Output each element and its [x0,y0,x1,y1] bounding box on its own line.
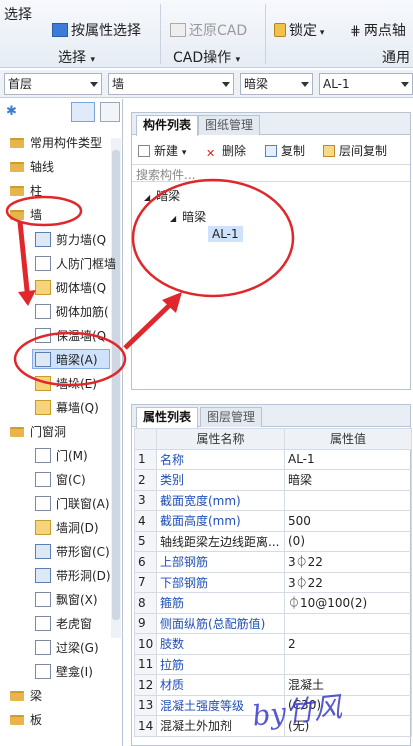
annotation-circle-component [131,178,295,298]
annotation-circle-hidden-beam [13,331,127,387]
annotation-arrow-right [123,298,177,350]
annotation-arrowhead-down [18,290,36,306]
annotation-arrow-down [17,221,31,301]
annotation-overlay [5,178,295,387]
annotation-circle-wall [5,195,83,227]
